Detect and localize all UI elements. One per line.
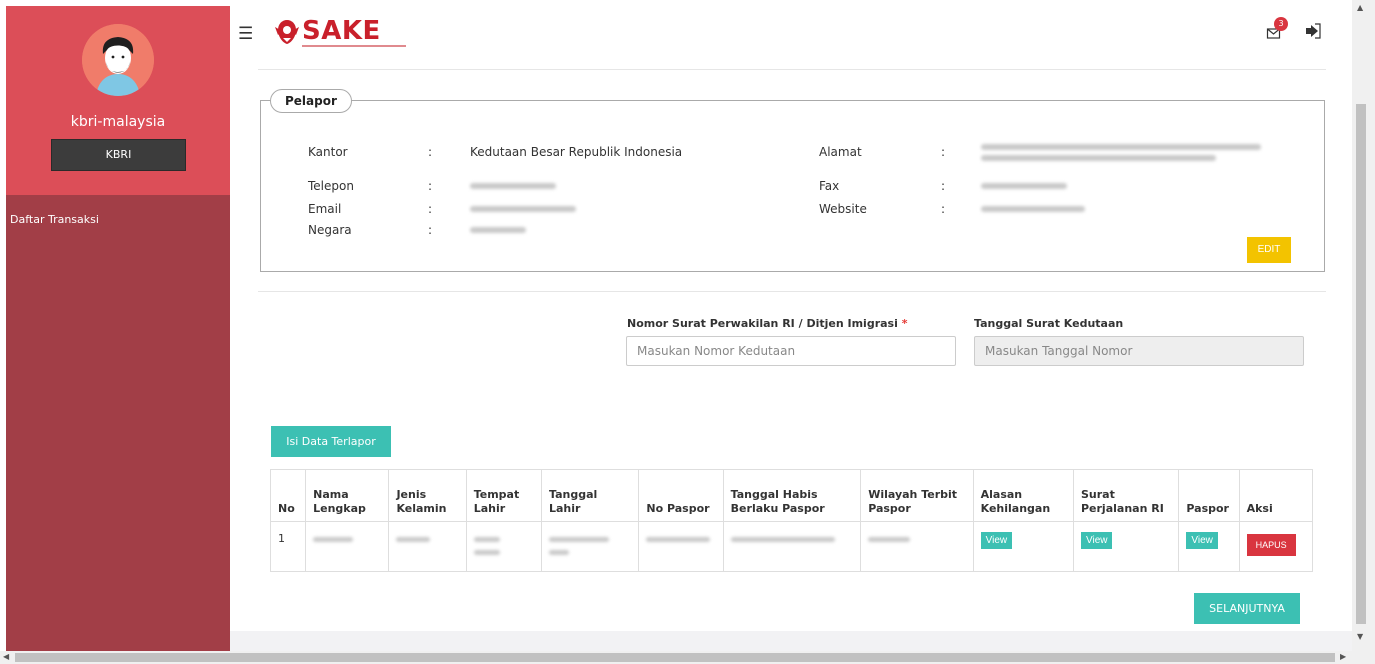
table-row: 1 View View View HAPUS — [269, 521, 1314, 572]
alamat-label: Alamat — [819, 145, 862, 159]
header-tanggal-habis: Tanggal Habis Berlaku Paspor — [722, 469, 862, 522]
view-alasan-button[interactable]: View — [980, 532, 1013, 549]
sidebar-profile: kbri-malaysia KBRI — [6, 6, 230, 195]
cell-tanggal-habis-redacted — [722, 521, 862, 572]
cell-wilayah-terbit-redacted — [860, 521, 974, 572]
nomor-kedutaan-input[interactable] — [626, 336, 956, 366]
kantor-colon: : — [428, 145, 433, 159]
edit-button[interactable]: EDIT — [1247, 237, 1291, 263]
scroll-up-icon[interactable]: ▲ — [1357, 3, 1363, 12]
email-label: Email — [308, 202, 342, 216]
username: kbri-malaysia — [70, 114, 166, 130]
tanggal-surat-label: Tanggal Surat Kedutaan — [974, 317, 1124, 330]
pelapor-legend: Pelapor — [270, 89, 352, 113]
email-value-redacted — [470, 206, 576, 212]
logo[interactable]: SAKE — [274, 16, 414, 50]
cell-alasan-kehilangan: View — [972, 521, 1074, 572]
horizontal-scrollbar[interactable]: ◀ ▶ — [0, 651, 1375, 664]
header-tanggal-lahir: Tanggal Lahir — [540, 469, 640, 522]
telepon-label: Telepon — [308, 179, 354, 193]
header-paspor: Paspor — [1178, 469, 1240, 522]
scroll-left-icon[interactable]: ◀ — [3, 652, 9, 661]
negara-value-redacted — [470, 227, 526, 233]
role-badge: KBRI — [51, 139, 186, 171]
horizontal-scrollbar-thumb[interactable] — [15, 653, 1335, 662]
website-label: Website — [819, 202, 867, 216]
email-colon: : — [428, 202, 433, 216]
alamat-value-redacted-1 — [981, 144, 1261, 150]
header-alasan-kehilangan: Alasan Kehilangan — [972, 469, 1074, 522]
header-wilayah-terbit: Wilayah Terbit Paspor — [860, 469, 974, 522]
cell-nama-redacted — [305, 521, 390, 572]
footer-strip — [230, 631, 1352, 651]
vertical-scrollbar[interactable]: ▲ ▼ — [1352, 0, 1375, 651]
sidebar-item-daftar-transaksi[interactable]: Daftar Transaksi — [10, 213, 99, 226]
kantor-value: Kedutaan Besar Republik Indonesia — [470, 145, 683, 159]
view-paspor-button[interactable]: View — [1186, 532, 1218, 549]
topbar: ☰ SAKE 3 — [230, 6, 1352, 61]
fax-label: Fax — [819, 179, 840, 193]
header-no: No — [269, 469, 307, 522]
cell-paspor: View — [1178, 521, 1240, 572]
kantor-label: Kantor — [308, 145, 348, 159]
alamat-colon: : — [941, 145, 946, 159]
table-header-row: No Nama Lengkap Jenis Kelamin Tempat Lah… — [269, 469, 1314, 522]
avatar — [82, 24, 154, 96]
telepon-colon: : — [428, 179, 433, 193]
hamburger-icon[interactable]: ☰ — [238, 24, 253, 44]
sidebar: kbri-malaysia KBRI Daftar Transaksi — [6, 6, 230, 651]
fax-value-redacted — [981, 183, 1067, 189]
nomor-surat-label: Nomor Surat Perwakilan RI / Ditjen Imigr… — [627, 317, 908, 330]
header-surat-perjalanan: Surat Perjalanan RI — [1072, 469, 1180, 522]
cell-no: 1 — [269, 521, 307, 572]
logo-tagline — [302, 45, 406, 47]
telepon-value-redacted — [470, 183, 556, 189]
view-surat-button[interactable]: View — [1080, 532, 1113, 549]
cell-no-paspor-redacted — [638, 521, 724, 572]
mail-icon[interactable]: 3 — [1266, 17, 1288, 41]
pelapor-section: Pelapor Kantor : Kedutaan Besar Republik… — [260, 89, 1325, 272]
required-mark: * — [901, 317, 908, 330]
divider — [258, 69, 1326, 70]
cell-jenis-kelamin-redacted — [388, 521, 467, 572]
header-jenis-kelamin: Jenis Kelamin — [388, 469, 467, 522]
negara-colon: : — [428, 223, 433, 237]
logout-icon[interactable] — [1305, 23, 1321, 43]
website-value-redacted — [981, 206, 1085, 212]
negara-label: Negara — [308, 223, 352, 237]
cell-tempat-lahir-redacted — [465, 521, 543, 572]
hapus-button[interactable]: HAPUS — [1246, 534, 1296, 556]
website-colon: : — [941, 202, 946, 216]
vertical-scrollbar-thumb[interactable] — [1356, 104, 1366, 624]
cell-tanggal-lahir-redacted — [540, 521, 640, 572]
isi-data-terlapor-button[interactable]: Isi Data Terlapor — [271, 426, 391, 457]
main-content: Pelapor Kantor : Kedutaan Besar Republik… — [230, 61, 1352, 651]
notification-badge: 3 — [1274, 17, 1288, 31]
scroll-down-icon[interactable]: ▼ — [1357, 632, 1363, 641]
logo-text: SAKE — [302, 16, 381, 46]
scroll-right-icon[interactable]: ▶ — [1340, 652, 1346, 661]
terlapor-table: No Nama Lengkap Jenis Kelamin Tempat Lah… — [269, 469, 1314, 572]
divider — [258, 291, 1326, 292]
header-aksi: Aksi — [1238, 469, 1314, 522]
header-tempat-lahir: Tempat Lahir — [465, 469, 543, 522]
alamat-value-redacted-2 — [981, 155, 1216, 161]
header-nama-lengkap: Nama Lengkap — [305, 469, 390, 522]
app-window: kbri-malaysia KBRI Daftar Transaksi ☰ SA… — [6, 6, 1352, 651]
fax-colon: : — [941, 179, 946, 193]
tanggal-surat-input[interactable] — [974, 336, 1304, 366]
cell-aksi: HAPUS — [1238, 521, 1314, 572]
header-no-paspor: No Paspor — [638, 469, 724, 522]
cell-surat-perjalanan: View — [1072, 521, 1180, 572]
